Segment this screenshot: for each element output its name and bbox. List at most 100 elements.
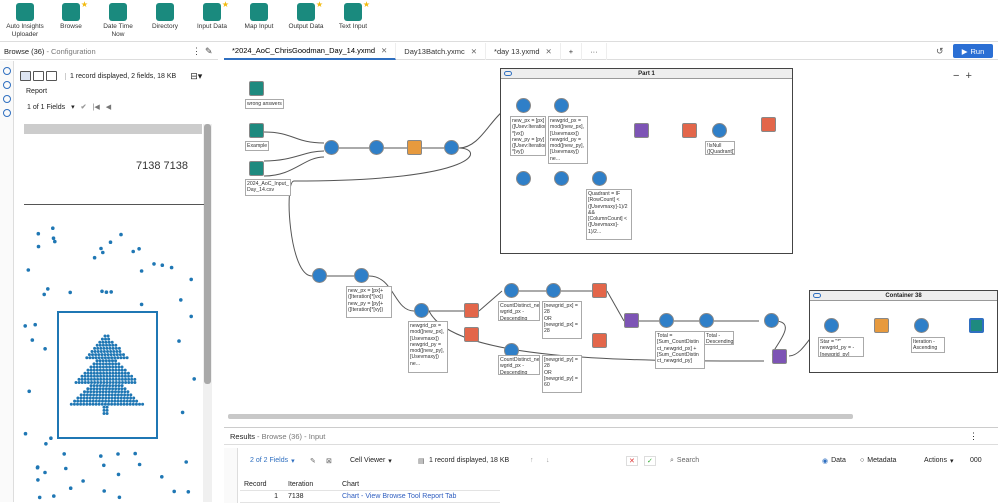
toggle-icon[interactable] <box>813 293 821 298</box>
output-data-tool[interactable]: ★ Output Data <box>281 0 331 31</box>
actions-dropdown[interactable]: Actions ▾ <box>924 457 953 465</box>
config-icon[interactable] <box>2 67 11 75</box>
pin-icon[interactable]: ✎ <box>205 46 213 57</box>
generate-rows-node[interactable] <box>516 171 531 186</box>
summarize-node[interactable] <box>592 333 607 348</box>
sort-node[interactable] <box>914 318 929 333</box>
select-node[interactable] <box>369 140 384 155</box>
fields-dropdown[interactable]: 2 of 2 Fields ▾ <box>250 457 295 465</box>
tree-point <box>98 393 102 397</box>
formula-node[interactable] <box>824 318 839 333</box>
input-wrong-answers-node[interactable] <box>249 81 264 96</box>
directory-tool[interactable]: Directory <box>140 3 190 31</box>
sort-node[interactable] <box>504 283 519 298</box>
run-button[interactable]: ▶ Run <box>953 44 993 58</box>
browse-node-selected[interactable] <box>969 318 984 333</box>
summarize-node[interactable] <box>592 283 607 298</box>
generate-rows-node[interactable] <box>312 268 327 283</box>
summarize-node[interactable] <box>464 327 479 342</box>
scrollbar-thumb[interactable] <box>204 124 211 384</box>
input-data-tool[interactable]: ★ Input Data <box>187 0 237 31</box>
formula-node[interactable] <box>554 98 569 113</box>
auto-insights-uploader-tool[interactable]: Auto Insights Uploader <box>0 3 50 39</box>
layout-horizontal-icon[interactable] <box>20 71 31 81</box>
new-tab-button[interactable]: + <box>561 42 583 60</box>
tree-point <box>91 399 95 403</box>
report-tab[interactable]: Report <box>26 88 47 95</box>
prev-page-icon[interactable]: ◀ <box>106 103 111 111</box>
filter-node[interactable] <box>444 140 459 155</box>
column-header[interactable]: Iteration <box>284 481 338 488</box>
input-day14-csv-node[interactable] <box>249 161 264 176</box>
summarize-node[interactable] <box>464 303 479 318</box>
zoom-in-icon[interactable]: + <box>965 70 977 82</box>
close-icon[interactable]: ✕ <box>546 47 552 56</box>
metadata-radio[interactable]: ○ Metadata <box>860 457 896 464</box>
checkmark-icon[interactable]: ✔ <box>81 103 87 111</box>
multi-field-node[interactable] <box>407 140 422 155</box>
formula-node[interactable] <box>592 171 607 186</box>
history-icon[interactable]: ↺ <box>936 46 944 57</box>
reject-icon[interactable]: ✕ <box>626 455 638 466</box>
more-options-icon[interactable]: 000 <box>970 457 982 464</box>
date-time-now-tool[interactable]: Date Time Now <box>93 3 143 39</box>
formula-node[interactable] <box>659 313 674 328</box>
sample-node[interactable] <box>764 313 779 328</box>
edit-icon[interactable]: ✎ <box>310 457 316 465</box>
layout-grid-icon[interactable] <box>46 71 57 81</box>
search-field[interactable]: ⌕ Search <box>670 457 699 465</box>
zoom-out-icon[interactable]: − <box>953 70 965 82</box>
annotation-icon[interactable] <box>2 81 11 89</box>
down-arrow-icon[interactable]: ↓ <box>546 457 550 464</box>
formula-node[interactable] <box>414 303 429 318</box>
cross-tab-node[interactable] <box>874 318 889 333</box>
table-row[interactable]: 1 7138 Chart - View Browse Tool Report T… <box>240 491 500 503</box>
workflow-canvas[interactable]: wrong answers Example 2024_AoC_Input_ Da… <box>224 61 998 421</box>
clear-icon[interactable]: ⊠ <box>326 457 332 465</box>
up-arrow-icon[interactable]: ↑ <box>530 457 534 464</box>
column-header[interactable]: Record <box>240 481 284 488</box>
toggle-icon[interactable] <box>504 71 512 76</box>
tab-day14[interactable]: *2024_AoC_ChrisGoodman_Day_14.yxmd ✕ <box>224 42 397 60</box>
help-icon[interactable] <box>2 109 11 117</box>
map-input-tool[interactable]: Map Input <box>234 3 284 31</box>
formula-node[interactable] <box>516 98 531 113</box>
layout-vertical-icon[interactable] <box>33 71 44 81</box>
union-node[interactable] <box>324 140 339 155</box>
filter-node[interactable] <box>546 283 561 298</box>
export-icon[interactable]: ⊟▾ <box>190 71 202 82</box>
column-header[interactable]: Chart <box>338 481 488 488</box>
input-example-node[interactable] <box>249 123 264 138</box>
scatter-point <box>180 410 185 415</box>
chart-cell-link[interactable]: Chart - View Browse Tool Report Tab <box>338 493 488 500</box>
close-icon[interactable]: ✕ <box>381 46 387 55</box>
sort-node[interactable] <box>699 313 714 328</box>
join-node[interactable] <box>624 313 639 328</box>
accept-icon[interactable]: ✓ <box>644 455 656 466</box>
data-radio[interactable]: ◉ Data <box>822 457 846 465</box>
tab-day13batch[interactable]: Day13Batch.yxmc ✕ <box>396 42 487 60</box>
formula-node[interactable] <box>354 268 369 283</box>
filter-node[interactable] <box>712 123 727 138</box>
more-tabs-button[interactable]: ··· <box>582 42 607 60</box>
tag-icon[interactable] <box>2 95 11 103</box>
vertical-scrollbar[interactable] <box>203 124 212 502</box>
zoom-controls[interactable]: −+ <box>953 70 978 82</box>
append-fields-node[interactable] <box>772 349 787 364</box>
more-icon[interactable]: ⋮ <box>969 431 978 442</box>
summarize-node[interactable] <box>682 123 697 138</box>
close-icon[interactable]: ✕ <box>471 47 477 56</box>
browse-tool[interactable]: ★ Browse <box>46 0 96 31</box>
container-part1[interactable]: Part 1 <box>500 68 793 254</box>
tab-day13[interactable]: *day 13.yxmd ✕ <box>486 42 561 60</box>
more-icon[interactable]: ⋮ <box>192 46 201 57</box>
viewer-label: Cell Viewer <box>350 457 386 464</box>
text-input-tool[interactable]: ★ Text Input <box>328 0 378 31</box>
fields-selector[interactable]: 1 of 1 Fields ▾ ✔ |◀ ◀ <box>27 103 111 112</box>
summarize-node[interactable] <box>761 117 776 132</box>
first-page-icon[interactable]: |◀ <box>93 103 100 111</box>
join-node[interactable] <box>634 123 649 138</box>
viewer-dropdown[interactable]: Cell Viewer ▾ <box>350 457 392 465</box>
generate-rows-node[interactable] <box>554 171 569 186</box>
canvas-horizontal-scrollbar[interactable] <box>228 414 853 419</box>
